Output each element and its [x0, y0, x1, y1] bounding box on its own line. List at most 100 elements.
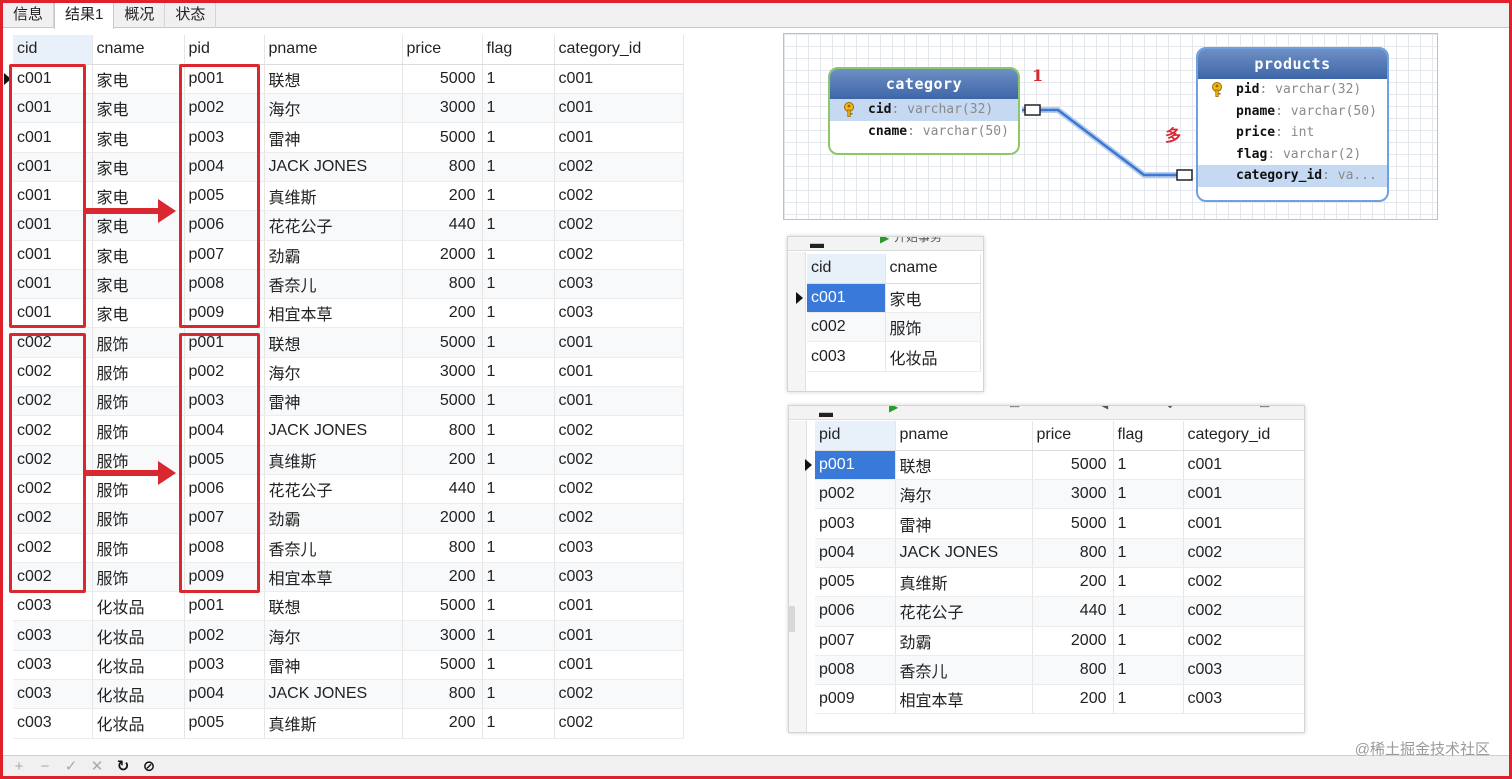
table-cell[interactable]: p008	[815, 655, 896, 686]
toolbar-icon[interactable]: ◀	[1099, 406, 1108, 411]
splitter-handle[interactable]	[789, 606, 795, 632]
table-cell[interactable]: 1	[482, 445, 555, 475]
column-header-pid[interactable]: pid	[184, 35, 265, 65]
entity-field-category-id[interactable]: category_id: va...	[1198, 165, 1387, 187]
table-cell[interactable]: 3000	[402, 93, 483, 124]
table-cell[interactable]: 化妆品	[92, 708, 185, 739]
column-header-category-id[interactable]: category_id	[1183, 421, 1304, 451]
table-cell[interactable]: c002	[554, 240, 684, 270]
table-cell[interactable]: 1	[1113, 596, 1184, 627]
table-row[interactable]: p009 相宜本草 200 1 c003	[815, 684, 1304, 715]
table-cell[interactable]: 劲霸	[895, 626, 1033, 656]
tab-info[interactable]: 信息	[3, 3, 55, 28]
table-cell[interactable]: 1	[482, 269, 555, 300]
table-cell[interactable]: c001	[554, 122, 684, 153]
table-cell[interactable]: 1	[482, 122, 555, 153]
delete-icon[interactable]: −	[37, 758, 53, 775]
table-cell[interactable]: 家电	[92, 64, 185, 95]
table-row[interactable]: c002 服饰 p009 相宜本草 200 1 c003	[13, 562, 684, 593]
table-cell[interactable]: c003	[1183, 655, 1304, 686]
entity-field-pid[interactable]: pid: varchar(32)	[1198, 79, 1387, 101]
table-row[interactable]: c001 家电	[807, 283, 981, 314]
table-cell[interactable]: p005	[815, 567, 896, 598]
table-cell[interactable]: c002	[554, 181, 684, 212]
table-cell[interactable]: 香奈儿	[895, 655, 1033, 686]
table-cell[interactable]: 香奈儿	[264, 269, 403, 300]
add-icon[interactable]: +	[11, 758, 27, 775]
table-cell[interactable]: 800	[1032, 538, 1114, 568]
table-cell[interactable]: 家电	[92, 298, 185, 329]
table-cell[interactable]: 1	[1113, 508, 1184, 539]
table-row[interactable]: p005 真维斯 200 1 c002	[815, 567, 1304, 598]
table-row[interactable]: c003 化妆品 p001 联想 5000 1 c001	[13, 591, 684, 622]
table-row[interactable]: c002 服饰 p003 雷神 5000 1 c001	[13, 386, 684, 417]
table-row[interactable]: c002 服饰 p008 香奈儿 800 1 c003	[13, 533, 684, 563]
column-header-pname[interactable]: pname	[895, 421, 1033, 451]
table-cell[interactable]: 440	[1032, 596, 1114, 627]
table-cell[interactable]: 1	[482, 152, 555, 182]
table-cell[interactable]: 1	[1113, 479, 1184, 510]
table-cell[interactable]: c002	[554, 152, 684, 182]
table-cell[interactable]: 440	[402, 210, 483, 241]
table-row[interactable]: c003 化妆品 p004 JACK JONES 800 1 c002	[13, 679, 684, 710]
table-cell[interactable]: 家电	[92, 122, 185, 153]
table-cell[interactable]: c001	[554, 357, 684, 388]
column-header-category-id[interactable]: category_id	[554, 35, 684, 65]
table-cell[interactable]: 800	[402, 415, 483, 446]
table-row[interactable]: c002 服饰 p006 花花公子 440 1 c002	[13, 474, 684, 505]
table-cell[interactable]: c003	[13, 650, 93, 681]
table-cell[interactable]: 1	[482, 386, 555, 417]
table-cell[interactable]: 真维斯	[264, 708, 403, 739]
table-cell[interactable]: 200	[1032, 684, 1114, 715]
table-cell[interactable]: 海尔	[895, 479, 1033, 510]
table-row[interactable]: c001 家电 p007 劲霸 2000 1 c002	[13, 240, 684, 270]
table-cell[interactable]: 化妆品	[92, 650, 185, 681]
table-cell[interactable]: 1	[482, 327, 555, 358]
column-header-flag[interactable]: flag	[482, 35, 555, 65]
column-header-pid[interactable]: pid	[815, 421, 896, 451]
table-cell[interactable]: 真维斯	[895, 567, 1033, 598]
table-cell[interactable]: 化妆品	[885, 341, 981, 372]
stop-icon[interactable]: ⊘	[141, 757, 157, 775]
column-header-flag[interactable]: flag	[1113, 421, 1184, 451]
column-header-price[interactable]: price	[402, 35, 483, 65]
table-cell[interactable]: p004	[184, 679, 265, 710]
table-cell[interactable]: 1	[482, 562, 555, 593]
table-row[interactable]: c001 家电 p002 海尔 3000 1 c001	[13, 93, 684, 124]
table-row[interactable]: c001 家电 p003 雷神 5000 1 c001	[13, 122, 684, 153]
column-header-price[interactable]: price	[1032, 421, 1114, 451]
entity-field-flag[interactable]: flag: varchar(2)	[1198, 144, 1387, 166]
table-cell[interactable]: 1	[482, 503, 555, 534]
table-row[interactable]: c002 服饰	[807, 312, 981, 343]
table-cell[interactable]: 200	[1032, 567, 1114, 598]
table-cell[interactable]: 相宜本草	[264, 562, 403, 593]
table-cell[interactable]: 联想	[895, 450, 1033, 481]
table-cell[interactable]: p005	[184, 708, 265, 739]
table-cell[interactable]: c002	[554, 474, 684, 505]
apply-icon[interactable]: ✓	[63, 757, 79, 775]
table-cell[interactable]: p002	[815, 479, 896, 510]
table-row[interactable]: c001 家电 p006 花花公子 440 1 c002	[13, 210, 684, 241]
table-cell[interactable]: 1	[482, 591, 555, 622]
discard-icon[interactable]: ✕	[89, 757, 105, 775]
begin-transaction-label[interactable]: 开始事务	[894, 237, 942, 245]
toolbar-icon[interactable]: ⬍	[1165, 406, 1175, 411]
table-cell[interactable]: 劲霸	[264, 503, 403, 534]
table-cell[interactable]: c001	[1183, 508, 1304, 539]
table-cell[interactable]: 3000	[402, 620, 483, 651]
table-cell[interactable]: c003	[554, 533, 684, 563]
table-cell[interactable]: 800	[402, 152, 483, 182]
table-cell[interactable]: 联想	[264, 64, 403, 95]
column-header-cname[interactable]: cname	[885, 254, 981, 284]
table-cell[interactable]: p003	[815, 508, 896, 539]
tab-result1[interactable]: 结果1	[54, 3, 115, 29]
table-cell[interactable]: 化妆品	[92, 620, 185, 651]
table-cell[interactable]: 800	[1032, 655, 1114, 686]
table-cell[interactable]: 2000	[1032, 626, 1114, 656]
entity-field-cid[interactable]: cid: varchar(32)	[830, 99, 1018, 121]
table-row[interactable]: p003 雷神 5000 1 c001	[815, 508, 1304, 539]
tab-profile[interactable]: 概况	[114, 3, 166, 28]
table-cell[interactable]: 5000	[402, 650, 483, 681]
toolbar-minus-icon[interactable]: ▬	[819, 406, 833, 419]
table-cell[interactable]: c003	[554, 298, 684, 329]
